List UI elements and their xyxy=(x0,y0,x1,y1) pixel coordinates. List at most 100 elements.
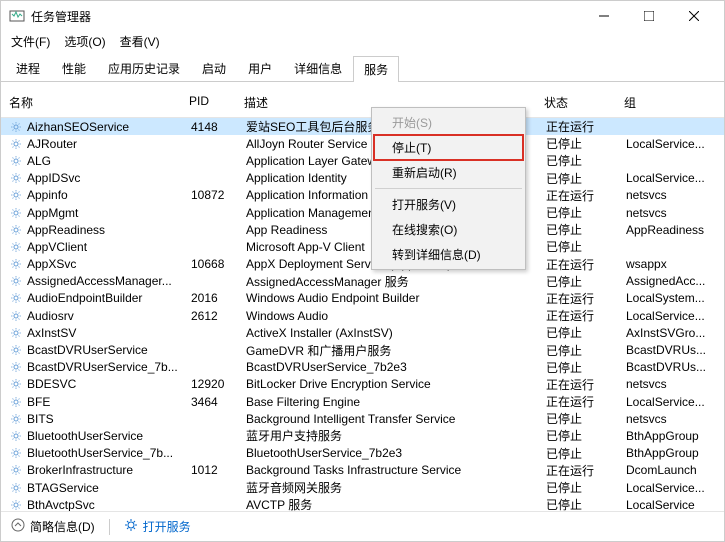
svc-status: 已停止 xyxy=(546,479,626,496)
table-row[interactable]: BITSBackground Intelligent Transfer Serv… xyxy=(1,410,724,427)
svc-pid: 4148 xyxy=(191,120,246,134)
table-row[interactable]: BluetoothUserService_7b...BluetoothUserS… xyxy=(1,445,724,462)
svc-status: 正在运行 xyxy=(546,187,626,204)
table-row[interactable]: AxInstSVActiveX Installer (AxInstSV)已停止A… xyxy=(1,324,724,341)
menu-options[interactable]: 选项(O) xyxy=(58,31,111,52)
svc-pid: 1012 xyxy=(191,463,246,477)
close-button[interactable] xyxy=(671,2,716,30)
table-row[interactable]: BluetoothUserService蓝牙用户支持服务已停止BthAppGro… xyxy=(1,427,724,444)
svc-status: 正在运行 xyxy=(546,256,626,273)
svc-pid: 10668 xyxy=(191,257,246,271)
col-status[interactable]: 状态 xyxy=(544,94,624,111)
ctx-search-online[interactable]: 在线搜索(O) xyxy=(374,217,523,242)
table-row[interactable]: BDESVC12920BitLocker Drive Encryption Se… xyxy=(1,376,724,393)
col-name[interactable]: 名称 xyxy=(9,94,189,111)
svc-desc: GameDVR 和广播用户服务 xyxy=(246,342,546,359)
table-row[interactable]: AppXSvc10668AppX Deployment Service (App… xyxy=(1,256,724,273)
svc-desc: ActiveX Installer (AxInstSV) xyxy=(246,326,546,340)
table-row[interactable]: AppReadinessApp Readiness已停止AppReadiness xyxy=(1,221,724,238)
table-row[interactable]: AppIDSvcApplication Identity已停止LocalServ… xyxy=(1,170,724,187)
svc-desc: Background Intelligent Transfer Service xyxy=(246,412,546,426)
svc-status: 正在运行 xyxy=(546,462,626,479)
table-row[interactable]: AppMgmtApplication Management已停止netsvcs xyxy=(1,204,724,221)
svc-name: BrokerInfrastructure xyxy=(27,463,191,477)
fewer-details-button[interactable]: 简略信息(D) xyxy=(11,518,95,535)
menu-view[interactable]: 查看(V) xyxy=(114,31,166,52)
svc-name: BthAvctpSvc xyxy=(27,498,191,512)
tab-3[interactable]: 启动 xyxy=(191,55,237,81)
tab-5[interactable]: 详细信息 xyxy=(283,55,353,81)
col-pid[interactable]: PID xyxy=(189,94,244,111)
gear-icon xyxy=(9,171,23,185)
open-services-link[interactable]: 打开服务 xyxy=(124,518,191,535)
gear-icon xyxy=(9,343,23,357)
svc-group: AppReadiness xyxy=(626,223,716,237)
col-group[interactable]: 组 xyxy=(624,94,716,111)
svc-name: BTAGService xyxy=(27,481,191,495)
ctx-stop[interactable]: 停止(T) xyxy=(374,135,523,160)
minimize-button[interactable] xyxy=(581,2,626,30)
tab-1[interactable]: 性能 xyxy=(51,55,97,81)
menubar: 文件(F) 选项(O) 查看(V) xyxy=(1,31,724,51)
svc-name: AudioEndpointBuilder xyxy=(27,291,191,305)
svc-group: netsvcs xyxy=(626,377,716,391)
maximize-button[interactable] xyxy=(626,2,671,30)
tab-0[interactable]: 进程 xyxy=(5,55,51,81)
tab-4[interactable]: 用户 xyxy=(237,55,283,81)
svc-status: 已停止 xyxy=(546,135,626,152)
svc-status: 已停止 xyxy=(546,445,626,462)
ctx-open-services[interactable]: 打开服务(V) xyxy=(374,192,523,217)
table-row[interactable]: ALGApplication Layer Gateway Se已停止 xyxy=(1,152,724,169)
svc-status: 已停止 xyxy=(546,324,626,341)
tab-2[interactable]: 应用历史记录 xyxy=(97,55,191,81)
gear-icon xyxy=(9,309,23,323)
table-row[interactable]: BTAGService蓝牙音频网关服务已停止LocalService... xyxy=(1,479,724,496)
table-row[interactable]: Audiosrv2612Windows Audio正在运行LocalServic… xyxy=(1,307,724,324)
svc-desc: 蓝牙用户支持服务 xyxy=(246,427,546,444)
svc-group: LocalSystem... xyxy=(626,291,716,305)
svc-name: AizhanSEOService xyxy=(27,120,191,134)
svc-group: BcastDVRUs... xyxy=(626,343,716,357)
svc-desc: Windows Audio Endpoint Builder xyxy=(246,291,546,305)
svc-name: ALG xyxy=(27,154,191,168)
svc-group: LocalService... xyxy=(626,481,716,495)
table-row[interactable]: Appinfo10872Application Information正在运行n… xyxy=(1,187,724,204)
svc-pid: 2016 xyxy=(191,291,246,305)
ctx-go-to-details[interactable]: 转到详细信息(D) xyxy=(374,242,523,267)
tab-6[interactable]: 服务 xyxy=(353,56,399,82)
menu-file[interactable]: 文件(F) xyxy=(5,31,56,52)
gear-icon xyxy=(9,206,23,220)
table-row[interactable]: BFE3464Base Filtering Engine正在运行LocalSer… xyxy=(1,393,724,410)
ctx-restart[interactable]: 重新启动(R) xyxy=(374,160,523,185)
gear-icon xyxy=(9,326,23,340)
svc-status: 正在运行 xyxy=(546,290,626,307)
gear-icon xyxy=(9,137,23,151)
gear-icon xyxy=(9,412,23,426)
svc-pid: 3464 xyxy=(191,395,246,409)
svc-name: AppIDSvc xyxy=(27,171,191,185)
open-services-label: 打开服务 xyxy=(143,518,191,535)
table-row[interactable]: AudioEndpointBuilder2016Windows Audio En… xyxy=(1,290,724,307)
table-row[interactable]: BcastDVRUserServiceGameDVR 和广播用户服务已停止Bca… xyxy=(1,341,724,358)
svc-name: AppVClient xyxy=(27,240,191,254)
table-row[interactable]: AJRouterAllJoyn Router Service已停止LocalSe… xyxy=(1,135,724,152)
svc-pid: 10872 xyxy=(191,188,246,202)
table-row[interactable]: BcastDVRUserService_7b...BcastDVRUserSer… xyxy=(1,359,724,376)
context-menu: 开始(S) 停止(T) 重新启动(R) 打开服务(V) 在线搜索(O) 转到详细… xyxy=(371,107,526,270)
svc-status: 正在运行 xyxy=(546,393,626,410)
divider xyxy=(109,519,110,535)
services-icon xyxy=(124,518,138,535)
chevron-up-circle-icon xyxy=(11,518,25,535)
table-row[interactable]: AizhanSEOService4148爱站SEO工具包后台服务正在运行 xyxy=(1,118,724,135)
svc-name: BluetoothUserService xyxy=(27,429,191,443)
svc-desc: BcastDVRUserService_7b2e3 xyxy=(246,360,546,374)
svc-group: LocalService... xyxy=(626,309,716,323)
table-row[interactable]: AssignedAccessManager...AssignedAccessMa… xyxy=(1,273,724,290)
svc-name: AJRouter xyxy=(27,137,191,151)
fewer-details-label: 简略信息(D) xyxy=(30,518,95,535)
table-row[interactable]: AppVClientMicrosoft App-V Client已停止 xyxy=(1,238,724,255)
gear-icon xyxy=(9,257,23,271)
gear-icon xyxy=(9,188,23,202)
statusbar: 简略信息(D) 打开服务 xyxy=(1,511,724,541)
table-row[interactable]: BrokerInfrastructure1012Background Tasks… xyxy=(1,462,724,479)
